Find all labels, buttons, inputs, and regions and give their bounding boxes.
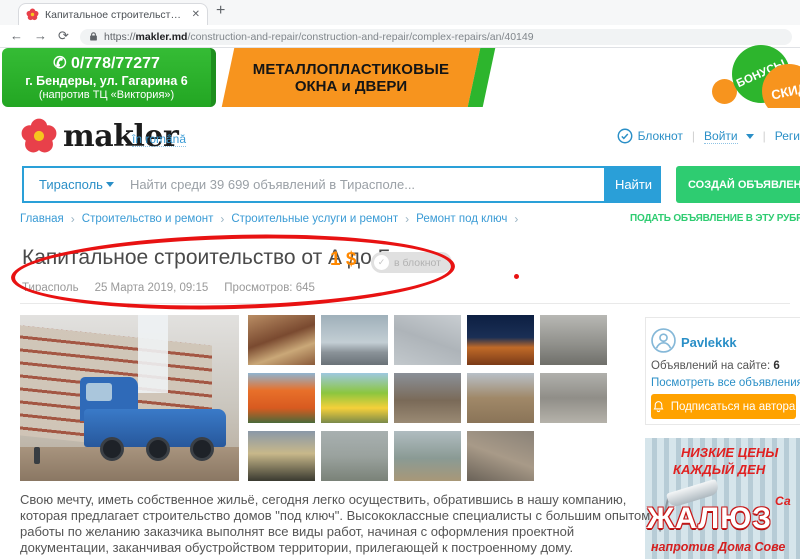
flower-logo-icon xyxy=(20,117,58,155)
refresh-icon[interactable]: ⟳ xyxy=(58,28,69,44)
listing-description: Свою мечту, иметь собственное жильё, сег… xyxy=(20,492,652,556)
breadcrumb-separator: › xyxy=(514,212,518,226)
find-button[interactable]: Найти xyxy=(606,166,661,203)
photo-crane-window xyxy=(86,383,112,401)
url-scheme: https:// xyxy=(104,31,136,43)
browser-tab[interactable]: Капитальное строительство от ✕ xyxy=(18,3,208,25)
new-tab-button[interactable]: + xyxy=(216,2,225,20)
register-link[interactable]: Реги xyxy=(775,129,800,143)
chevron-down-icon xyxy=(746,134,754,139)
check-circle-icon xyxy=(617,128,633,144)
subscribe-button[interactable]: Подписаться на автора xyxy=(651,394,796,419)
ad-line2: КАЖДЫЙ ДЕН xyxy=(673,462,765,477)
photo-wheel xyxy=(146,437,170,461)
breadcrumb-link[interactable]: Строительство и ремонт xyxy=(82,213,214,225)
banner-phone: ✆ 0/778/77277 xyxy=(2,53,211,73)
post-in-category-link[interactable]: ПОДАТЬ ОБЪЯВЛЕНИЕ В ЭТУ РУБРИ xyxy=(630,213,800,224)
header-divider: | xyxy=(763,129,766,143)
gallery-thumbnail-fence-crane[interactable] xyxy=(394,431,461,481)
annotation-dot xyxy=(514,274,519,279)
gallery-thumbnail-foundation-works[interactable] xyxy=(394,373,461,423)
bell-icon xyxy=(652,400,665,413)
gallery-thumbnail-stone-facade[interactable] xyxy=(540,315,607,365)
back-icon[interactable]: ← xyxy=(10,28,23,43)
view-all-ads-link[interactable]: Посмотреть все объявления автора xyxy=(651,377,800,389)
banner-product-line1: МЕТАЛЛОПЛАСТИКОВЫЕ xyxy=(253,61,450,78)
breadcrumb-link[interactable]: Главная xyxy=(20,213,64,225)
tab-strip: Капитальное строительство от ✕ + xyxy=(0,0,800,25)
gallery-thumbnail-demolition-rubble[interactable] xyxy=(540,373,607,423)
city-select[interactable]: Тирасполь xyxy=(39,177,114,192)
chevron-down-icon xyxy=(106,182,114,187)
top-ad-banner[interactable]: ✆ 0/778/77277 г. Бендеры, ул. Гагарина 6… xyxy=(0,48,800,108)
gallery-thumbnail-interior-hallway[interactable] xyxy=(248,315,315,365)
main-photo[interactable] xyxy=(20,315,239,481)
photo-wheel xyxy=(190,437,214,461)
photo-person xyxy=(34,447,40,464)
person-icon xyxy=(651,328,676,353)
banner-product-line2: ОКНА и ДВЕРИ xyxy=(295,78,407,95)
gallery-thumbnail-classic-building[interactable] xyxy=(248,431,315,481)
author-ads-count: Объявлений на сайте: 6 xyxy=(651,360,780,372)
login-link[interactable]: Войти xyxy=(704,129,754,144)
gallery-thumbnail-concrete-frame[interactable] xyxy=(467,373,534,423)
photo-wheel xyxy=(100,437,124,461)
gallery-thumbnail-concrete-embankment[interactable] xyxy=(321,431,388,481)
banner-address-note: (напротив ТЦ «Виктория») xyxy=(2,89,211,101)
breadcrumb-separator: › xyxy=(220,212,224,226)
search-box: Тирасполь Найти среди 39 699 объявлений … xyxy=(22,166,606,203)
browser-window: Капитальное строительство от ✕ + ← → ⟳ h… xyxy=(0,0,800,559)
ad-line3: Са xyxy=(775,494,791,508)
search-input[interactable]: Найти среди 39 699 объявлений в Тираспол… xyxy=(130,177,415,192)
forward-icon[interactable]: → xyxy=(34,28,47,43)
gallery-thumbnails xyxy=(248,315,614,481)
breadcrumb-separator: › xyxy=(405,212,409,226)
language-link[interactable]: în română xyxy=(132,132,186,147)
phone-icon: ✆ xyxy=(53,55,66,72)
tab-close-icon[interactable]: ✕ xyxy=(192,9,200,20)
banner-product-block: МЕТАЛЛОПЛАСТИКОВЫЕ ОКНА и ДВЕРИ xyxy=(222,48,481,107)
lock-icon xyxy=(89,31,98,42)
gallery-thumbnail-concrete-mixer[interactable] xyxy=(321,315,388,365)
banner-address: г. Бендеры, ул. Гагарина 6 xyxy=(2,74,211,88)
create-ad-button[interactable]: СОЗДАЙ ОБЪЯВЛЕН xyxy=(676,166,800,203)
url-domain: makler.md xyxy=(136,31,188,43)
url-path: /construction-and-repair/construction-an… xyxy=(187,31,533,43)
header-links: Блокнот | Войти | Реги xyxy=(617,128,800,144)
breadcrumb-link[interactable]: Ремонт под ключ xyxy=(416,213,507,225)
notebook-link[interactable]: Блокнот xyxy=(617,128,683,144)
banner-contact-block: ✆ 0/778/77277 г. Бендеры, ул. Гагарина 6… xyxy=(2,48,216,107)
site-header: makler în română Блокнот | Войти | Реги xyxy=(0,108,800,165)
header-divider: | xyxy=(692,129,695,143)
gallery-thumbnail-rebar-grid[interactable] xyxy=(467,431,534,481)
address-input[interactable]: https://makler.md/construction-and-repai… xyxy=(80,29,792,45)
ad-headline: ЖАЛЮЗ xyxy=(647,502,772,536)
gallery-thumbnail-green-building[interactable] xyxy=(321,373,388,423)
url-text: https://makler.md/construction-and-repai… xyxy=(104,31,534,43)
photo-crane-hoist xyxy=(138,315,168,393)
ad-line1: НИЗКИЕ ЦЕНЫ xyxy=(681,445,778,460)
gallery-thumbnail-orange-building[interactable] xyxy=(248,373,315,423)
gallery-thumbnail-night-building[interactable] xyxy=(467,315,534,365)
breadcrumb-link[interactable]: Строительные услуги и ремонт xyxy=(231,213,398,225)
ad-footer: напротив Дома Сове xyxy=(651,540,785,554)
makler-favicon-icon xyxy=(26,8,39,21)
url-bar: ← → ⟳ https://makler.md/construction-and… xyxy=(0,25,800,48)
breadcrumb-separator: › xyxy=(71,212,75,226)
avatar xyxy=(651,328,676,358)
gallery-thumbnail-polished-floor[interactable] xyxy=(394,315,461,365)
side-ad-banner[interactable]: НИЗКИЕ ЦЕНЫ КАЖДЫЙ ДЕН Са ЖАЛЮЗ напротив… xyxy=(645,438,800,559)
tab-title: Капитальное строительство от xyxy=(45,9,186,21)
author-box: Pavlekkk Объявлений на сайте: 6 Посмотре… xyxy=(645,317,800,425)
annotation-ellipse xyxy=(10,229,456,315)
author-name[interactable]: Pavlekkk xyxy=(681,335,737,350)
breadcrumb: Главная › Строительство и ремонт › Строитель… xyxy=(20,212,518,226)
